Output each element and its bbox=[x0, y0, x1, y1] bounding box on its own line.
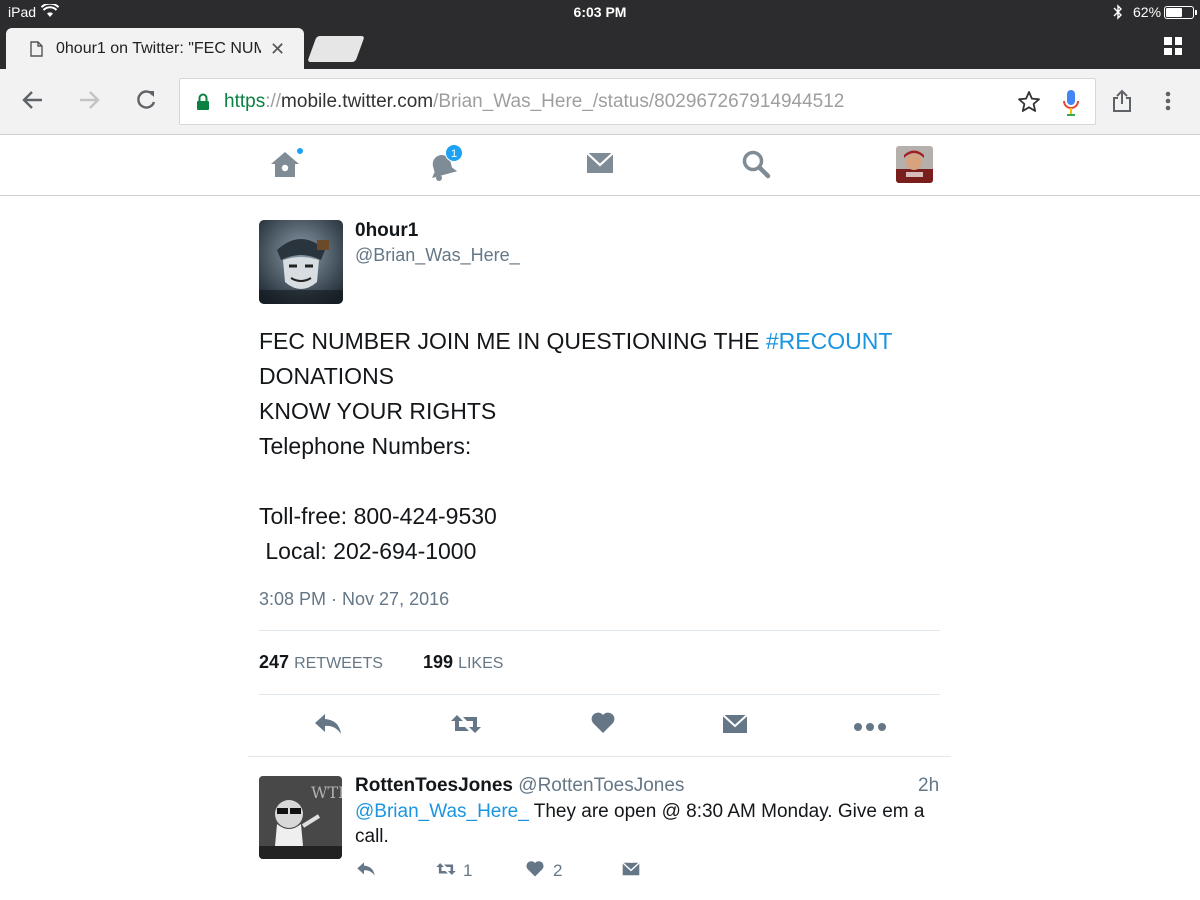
tweet-timestamp[interactable]: 3:08 PM · Nov 27, 2016 bbox=[259, 589, 449, 610]
messages-envelope-icon[interactable] bbox=[584, 148, 620, 184]
home-icon[interactable] bbox=[268, 147, 304, 184]
browser-toolbar: https://mobile.twitter.com/Brian_Was_Her… bbox=[0, 69, 1200, 135]
close-tab-icon[interactable]: ✕ bbox=[270, 40, 285, 58]
url-path: /Brian_Was_Here_/status/8029672679149445… bbox=[433, 91, 845, 112]
likes-stat[interactable]: 199 LIKES bbox=[423, 652, 503, 673]
browser-tab-active[interactable]: 0hour1 on Twitter: "FEC NUMBER JOIN ME I… bbox=[6, 28, 304, 69]
new-tab-button[interactable] bbox=[307, 36, 365, 62]
reply-time[interactable]: 2h bbox=[918, 775, 939, 797]
reply-author-avatar[interactable]: WTF? bbox=[259, 776, 342, 859]
reply-author-name[interactable]: RottenToesJones bbox=[355, 775, 513, 796]
reply-mention-link[interactable]: @Brian_Was_Here_ bbox=[355, 801, 529, 822]
tweet-line: Telephone Numbers: bbox=[259, 433, 472, 459]
battery-fill bbox=[1166, 8, 1183, 17]
forward-arrow-icon[interactable] bbox=[78, 89, 100, 116]
ios-status-bar: iPad 6:03 PM 62% bbox=[0, 0, 1200, 24]
bluetooth-icon bbox=[1113, 4, 1123, 23]
stats-divider-top bbox=[259, 630, 940, 631]
reply-author-handle[interactable]: @RottenToesJones bbox=[518, 775, 684, 796]
tweet-line: Local: 202-694-1000 bbox=[259, 538, 477, 564]
url-separator: :// bbox=[265, 91, 282, 112]
microphone-icon[interactable] bbox=[1062, 89, 1080, 122]
tweet-line: DONATIONS bbox=[259, 363, 395, 389]
reply-dm-icon[interactable] bbox=[621, 860, 641, 883]
home-unread-dot bbox=[296, 147, 304, 155]
direct-message-icon[interactable] bbox=[721, 711, 749, 742]
reply-retweet-icon[interactable]: 1 bbox=[435, 860, 472, 883]
page-icon bbox=[30, 41, 43, 62]
tab-switcher-icon[interactable] bbox=[1164, 37, 1182, 55]
url-text[interactable]: https://mobile.twitter.com/Brian_Was_Her… bbox=[224, 91, 844, 113]
tweet-line: KNOW YOUR RIGHTS bbox=[259, 398, 497, 424]
reply-icon[interactable] bbox=[313, 711, 343, 742]
twitter-nav-bar: 1 bbox=[0, 135, 1200, 196]
stats-divider-bottom bbox=[259, 694, 940, 695]
notifications-bell-icon[interactable]: 1 bbox=[425, 144, 463, 184]
lock-icon bbox=[196, 93, 210, 116]
author-handle[interactable]: @Brian_Was_Here_ bbox=[355, 245, 520, 266]
reply-like-icon[interactable]: 2 bbox=[525, 860, 562, 883]
reload-icon[interactable] bbox=[135, 89, 157, 116]
retweets-label: RETWEETS bbox=[294, 655, 383, 672]
tweet-text: FEC NUMBER JOIN ME IN QUESTIONING THE #R… bbox=[259, 324, 919, 569]
tweet-line-text: FEC NUMBER JOIN ME IN QUESTIONING THE bbox=[259, 328, 766, 354]
back-arrow-icon[interactable] bbox=[22, 89, 44, 116]
tab-strip: 0hour1 on Twitter: "FEC NUMBER JOIN ME I… bbox=[0, 24, 1200, 69]
search-icon[interactable] bbox=[740, 148, 776, 184]
bookmark-star-icon[interactable] bbox=[1017, 90, 1041, 119]
more-menu-icon[interactable] bbox=[1165, 91, 1171, 116]
url-host: mobile.twitter.com bbox=[281, 91, 434, 112]
retweet-icon[interactable] bbox=[449, 711, 483, 742]
clock: 6:03 PM bbox=[573, 4, 627, 20]
retweets-count: 247 bbox=[259, 652, 290, 672]
author-avatar[interactable] bbox=[259, 220, 343, 304]
profile-avatar[interactable] bbox=[896, 146, 933, 183]
likes-count: 199 bbox=[423, 652, 454, 672]
more-options-icon[interactable] bbox=[853, 719, 887, 737]
reply-retweet-count: 1 bbox=[463, 861, 473, 880]
retweets-stat[interactable]: 247 RETWEETS bbox=[259, 652, 383, 673]
likes-label: LIKES bbox=[458, 655, 504, 672]
battery-icon bbox=[1164, 6, 1197, 19]
like-heart-icon[interactable] bbox=[590, 711, 616, 740]
reply-reply-icon[interactable] bbox=[356, 860, 376, 883]
hashtag-link[interactable]: #RECOUNT bbox=[766, 328, 893, 354]
author-name[interactable]: 0hour1 bbox=[355, 220, 418, 242]
reply-text: @Brian_Was_Here_ They are open @ 8:30 AM… bbox=[355, 799, 925, 849]
battery-percent: 62% bbox=[1133, 4, 1162, 20]
address-bar[interactable]: https://mobile.twitter.com/Brian_Was_Her… bbox=[179, 78, 1096, 125]
share-icon[interactable] bbox=[1112, 89, 1132, 118]
tweet-line: Toll-free: 800-424-9530 bbox=[259, 503, 497, 529]
url-scheme: https bbox=[224, 91, 266, 112]
notifications-badge: 1 bbox=[445, 144, 463, 162]
tweet-line: FEC NUMBER JOIN ME IN QUESTIONING THE #R… bbox=[259, 324, 919, 359]
reply-divider bbox=[248, 756, 951, 757]
reply-header: RottenToesJones @RottenToesJones bbox=[355, 775, 684, 797]
svg-text:WTF?: WTF? bbox=[311, 783, 342, 802]
tab-title: 0hour1 on Twitter: "FEC NUMBER JOIN ME I… bbox=[56, 40, 261, 57]
reply-like-count: 2 bbox=[553, 861, 563, 880]
